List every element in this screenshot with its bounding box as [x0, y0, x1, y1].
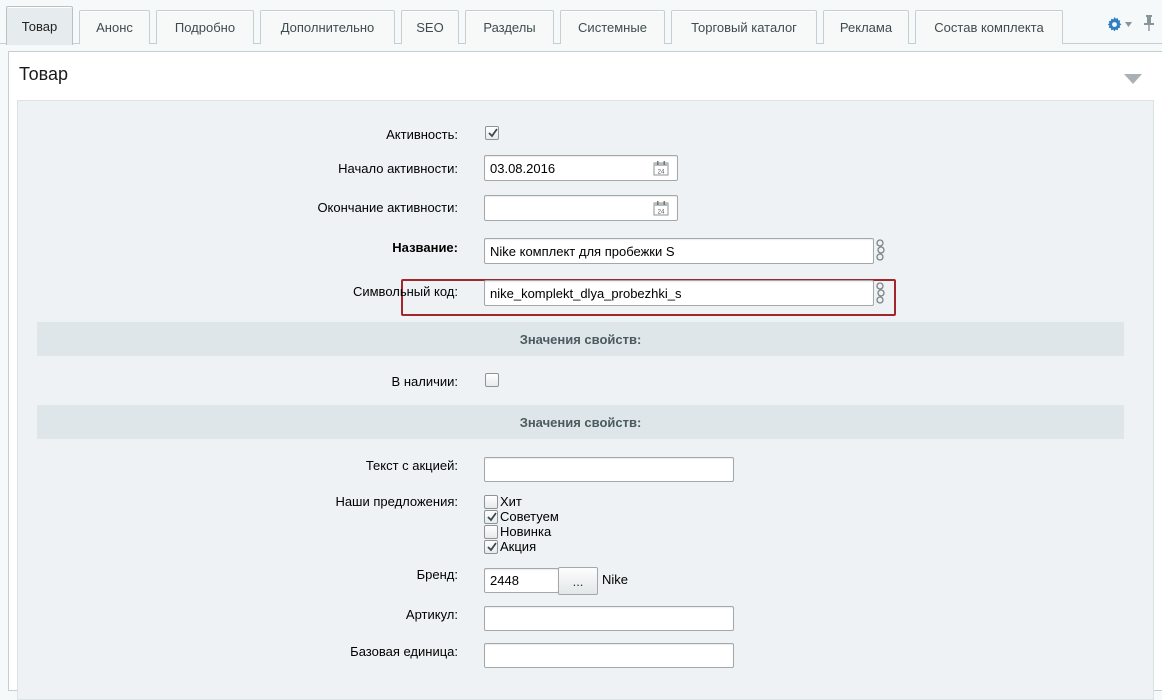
- tab-label: Анонс: [96, 20, 133, 35]
- code-input[interactable]: nike_komplekt_dlya_probezhki_s: [484, 280, 874, 306]
- product-panel: Товар Активность: Начало активности: 03.…: [8, 51, 1162, 700]
- name-label: Название:: [392, 240, 458, 255]
- name-input[interactable]: Nike комплект для пробежки S: [484, 238, 874, 264]
- checkmark-icon: [488, 128, 498, 138]
- article-input[interactable]: [484, 606, 734, 631]
- offers-label: Наши предложения:: [335, 494, 458, 509]
- offer-checkbox[interactable]: [484, 494, 498, 509]
- panel-title: Товар: [19, 64, 68, 84]
- tab-label: Дополнительно: [280, 20, 375, 35]
- active-checkbox[interactable]: [485, 126, 499, 140]
- chain-link-icon: [876, 282, 885, 304]
- offer-label: Новинка: [500, 524, 552, 539]
- tab-bar: Товар Анонс Подробно Дополнительно SEO Р…: [0, 0, 1162, 45]
- pin-icon: [1144, 14, 1154, 31]
- calendar-icon[interactable]: 24: [653, 201, 669, 219]
- start-date-input[interactable]: 03.08.2016 24: [484, 155, 678, 181]
- offer-label: Акция: [500, 539, 537, 554]
- checkmark-icon: [487, 511, 497, 521]
- start-date-label: Начало активности:: [338, 161, 458, 176]
- tab-details[interactable]: Подробно: [156, 10, 254, 44]
- promo-text-label: Текст с акцией:: [365, 458, 458, 473]
- base-unit-label: Базовая единица:: [350, 644, 458, 659]
- tab-label: Торговый каталог: [691, 20, 797, 35]
- translit-link-button[interactable]: [876, 281, 886, 308]
- offer-option-sale[interactable]: Акция: [484, 539, 536, 554]
- tab-tools: [1107, 12, 1154, 36]
- brand-name: Nike: [602, 572, 629, 587]
- checkmark-icon: [487, 541, 497, 551]
- svg-text:24: 24: [658, 210, 665, 216]
- tab-kit-composition[interactable]: Состав комплекта: [915, 10, 1063, 44]
- end-date-label: Окончание активности:: [317, 200, 458, 215]
- end-date-input[interactable]: 24: [484, 195, 678, 221]
- tab-label: Товар: [21, 18, 58, 34]
- tab-label: Разделы: [483, 20, 536, 35]
- translit-link-button[interactable]: [876, 238, 886, 265]
- section-header-properties: Значения свойств:: [37, 322, 1124, 356]
- name-value: Nike комплект для пробежки S: [490, 243, 675, 259]
- collapse-button[interactable]: [1124, 72, 1142, 87]
- gear-icon: [1107, 16, 1122, 31]
- tab-additional[interactable]: Дополнительно: [260, 10, 395, 44]
- tab-label: Подробно: [174, 20, 236, 35]
- offer-option-hit[interactable]: Хит: [484, 494, 522, 509]
- calendar-icon[interactable]: 24: [653, 161, 669, 179]
- active-label: Активность:: [386, 127, 458, 142]
- code-label: Символьный код:: [352, 284, 458, 299]
- tab-label: SEO: [416, 20, 444, 35]
- pin-button[interactable]: [1144, 14, 1154, 34]
- offer-label: Хит: [500, 494, 522, 509]
- start-date-value: 03.08.2016: [490, 160, 556, 176]
- offer-checkbox[interactable]: [484, 524, 498, 539]
- chevron-down-icon: [1125, 21, 1132, 27]
- settings-button[interactable]: [1107, 16, 1132, 32]
- tab-product[interactable]: Товар: [6, 6, 73, 45]
- offer-checkbox[interactable]: [484, 509, 498, 524]
- article-label: Артикул:: [405, 607, 458, 622]
- tab-system[interactable]: Системные: [560, 10, 665, 44]
- tab-label: Реклама: [839, 20, 893, 35]
- promo-text-input[interactable]: [484, 457, 734, 482]
- brand-id-value: 2448: [490, 573, 519, 588]
- section-header-properties: Значения свойств:: [37, 405, 1124, 439]
- tab-seo[interactable]: SEO: [401, 10, 459, 44]
- offer-option-new[interactable]: Новинка: [484, 524, 551, 539]
- brand-id-input[interactable]: 2448: [484, 568, 559, 593]
- offer-option-recommend[interactable]: Советуем: [484, 509, 559, 524]
- form-area: Активность: Начало активности: 03.08.201…: [17, 100, 1154, 700]
- brand-label: Бренд:: [416, 567, 458, 582]
- tab-trade-catalog[interactable]: Торговый каталог: [671, 10, 817, 44]
- tab-label: Состав комплекта: [934, 20, 1044, 35]
- tab-label: Системные: [578, 20, 647, 35]
- tab-sections[interactable]: Разделы: [465, 10, 554, 44]
- in-stock-checkbox[interactable]: [485, 373, 499, 387]
- offer-label: Советуем: [500, 509, 559, 524]
- triangle-down-icon: [1124, 74, 1142, 84]
- offer-checkbox[interactable]: [484, 539, 498, 554]
- base-unit-input[interactable]: [484, 643, 734, 668]
- tab-advertising[interactable]: Реклама: [823, 10, 909, 44]
- chain-link-icon: [876, 239, 885, 261]
- in-stock-label: В наличии:: [391, 374, 458, 389]
- code-value: nike_komplekt_dlya_probezhki_s: [490, 285, 682, 301]
- svg-text:24: 24: [658, 170, 665, 176]
- brand-select-button[interactable]: ...: [558, 567, 598, 595]
- tab-announce[interactable]: Анонс: [79, 10, 150, 44]
